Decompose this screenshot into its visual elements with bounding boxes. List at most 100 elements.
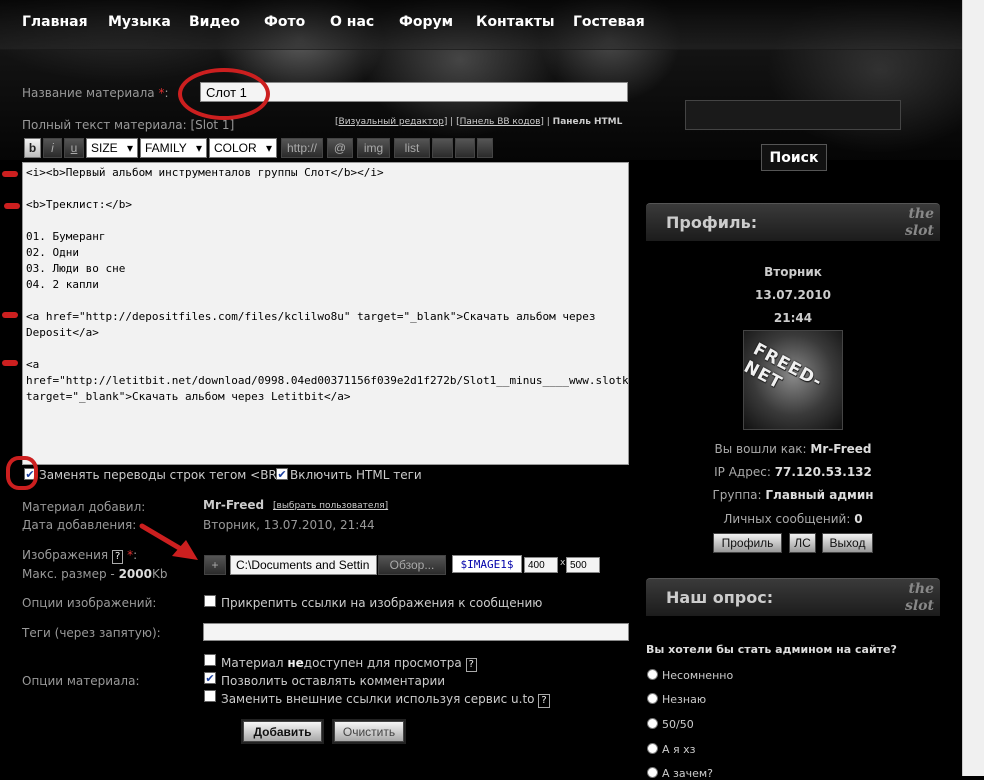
poll-option-radio[interactable] (647, 718, 658, 729)
bold-button[interactable]: b (24, 138, 41, 158)
browse-button[interactable]: Обзор... (378, 555, 446, 575)
br-checkbox-label: Заменять переводы строк тегом <BR> (39, 468, 287, 482)
annotation-dash (4, 203, 20, 209)
family-select[interactable]: FAMILY ▾ (140, 138, 207, 158)
image-file-input[interactable] (230, 555, 377, 575)
poll-option-radio[interactable] (647, 743, 658, 754)
size-select-value: SIZE (91, 141, 118, 155)
images-label: Изображения ? *: (22, 548, 138, 564)
poll-option-radio[interactable] (647, 767, 658, 778)
nav-link-photo[interactable]: Фото (264, 14, 305, 30)
attach-links-label: Прикрепить ссылки на изображения к сообщ… (221, 596, 543, 610)
the-slot-logo: the slot (904, 581, 934, 614)
toolbar-button-3[interactable] (477, 138, 493, 158)
page-scrollbar[interactable] (962, 0, 984, 776)
profile-block-title: Профиль: (666, 213, 758, 232)
chevron-down-icon: ▾ (126, 141, 133, 155)
avatar-text: FREED-NET (743, 339, 826, 394)
the-slot-logo: the slot (904, 206, 934, 239)
color-select-value: COLOR (214, 141, 257, 155)
poll-option-radio[interactable] (647, 669, 658, 680)
material-options-label: Опции материала: (22, 674, 140, 688)
profile-date: 13.07.2010 (755, 288, 831, 302)
toolbar-button-2[interactable] (455, 138, 475, 158)
top-navigation: Главная Музыка Видео Фото О нас Форум Ко… (0, 0, 962, 50)
image-options-label: Опции изображений: (22, 596, 157, 610)
unavailable-checkbox[interactable] (204, 654, 216, 666)
comments-label: Позволить оставлять комментарии (221, 674, 446, 688)
nav-link-contacts[interactable]: Контакты (476, 14, 555, 30)
poll-question: Вы хотели бы стать админом на сайте? (646, 643, 897, 656)
family-select-value: FAMILY (145, 141, 187, 155)
clear-button[interactable]: Очистить (334, 721, 404, 742)
replace-links-checkbox[interactable] (204, 690, 216, 702)
poll-option-label: 50/50 (662, 718, 694, 731)
annotation-dash (2, 360, 18, 366)
tags-label: Теги (через запятую): (22, 626, 161, 640)
bb-panel-link[interactable]: Панель BB кодов (460, 117, 541, 127)
list-button[interactable]: list (394, 138, 430, 158)
url-button[interactable]: http:// (281, 138, 323, 158)
max-size-label: Макс. размер - 2000Kb (22, 567, 168, 581)
poll-option-label: Несомненно (662, 669, 734, 682)
annotation-dash (2, 312, 18, 318)
choose-user-link[interactable]: [выбрать пользователя] (273, 501, 388, 511)
profile-day: Вторник (764, 265, 822, 279)
avatar: FREED-NET (743, 330, 843, 430)
image-width-input[interactable] (524, 557, 558, 573)
title-label: Название материала *: (22, 86, 169, 100)
poll-block-title: Наш опрос: (666, 588, 774, 607)
nav-link-music[interactable]: Музыка (108, 14, 171, 30)
added-by-label: Материал добавил: (22, 500, 146, 514)
nav-link-guestbook[interactable]: Гостевая (573, 14, 645, 30)
color-select[interactable]: COLOR ▾ (209, 138, 277, 158)
search-button[interactable]: Поиск (761, 144, 827, 171)
date-label: Дата добавления: (22, 518, 137, 532)
image-tag-field[interactable]: $IMAGE1$ (452, 555, 522, 573)
attach-links-checkbox[interactable] (204, 595, 216, 607)
visual-editor-link[interactable]: Визуальный редактор (339, 117, 444, 127)
editor-mode-links: [Визуальный редактор] | [Панель BB кодов… (335, 117, 623, 127)
ip-address: IP Адрес: 77.120.53.132 (714, 465, 872, 479)
user-group: Группа: Главный админ (712, 488, 874, 502)
private-messages: Личных сообщений: 0 (723, 512, 863, 526)
images-help[interactable]: ? (111, 550, 124, 564)
chevron-down-icon: ▾ (195, 141, 202, 155)
material-text-area[interactable]: <i><b>Первый альбом инструменталов групп… (22, 162, 629, 465)
fulltext-label: Полный текст материала: [Slot 1] (22, 118, 235, 132)
toolbar-button-1[interactable] (432, 138, 453, 158)
date-value: Вторник, 13.07.2010, 21:44 (203, 518, 375, 532)
profile-button[interactable]: Профиль (713, 533, 782, 553)
comments-checkbox[interactable]: ✔ (204, 672, 216, 684)
image-height-input[interactable] (566, 557, 600, 573)
italic-button[interactable]: i (43, 138, 62, 158)
annotation-dash (2, 171, 18, 177)
nav-link-video[interactable]: Видео (189, 14, 240, 30)
search-input[interactable] (685, 100, 901, 130)
exit-button[interactable]: Выход (822, 533, 873, 553)
profile-block-header: Профиль: the slot (646, 203, 940, 241)
annotation-circle (6, 456, 38, 490)
poll-option-label: А я хз (662, 743, 696, 756)
nav-link-forum[interactable]: Форум (399, 14, 453, 30)
pm-button[interactable]: ЛС (789, 533, 816, 553)
profile-time: 21:44 (773, 311, 813, 325)
size-select[interactable]: SIZE ▾ (86, 138, 138, 158)
poll-option-label: А зачем? (662, 767, 714, 780)
add-image-button[interactable]: + (204, 555, 226, 575)
tags-input[interactable] (203, 623, 629, 641)
html-checkbox-label: Включить HTML теги (290, 468, 422, 482)
image-button[interactable]: img (357, 138, 390, 158)
add-button[interactable]: Добавить (243, 721, 322, 742)
html-panel-label: Панель HTML (552, 117, 623, 127)
nav-link-home[interactable]: Главная (22, 14, 88, 30)
logged-as: Вы вошли как: Mr-Freed (714, 442, 872, 456)
nav-link-about[interactable]: О нас (330, 14, 374, 30)
poll-block-header: Наш опрос: the slot (646, 578, 940, 616)
email-button[interactable]: @ (327, 138, 353, 158)
annotation-circle (178, 68, 270, 120)
annotation-arrow (139, 523, 198, 560)
html-checkbox[interactable]: ✔ (276, 468, 288, 480)
poll-option-radio[interactable] (647, 693, 658, 704)
underline-button[interactable]: u (64, 138, 84, 158)
